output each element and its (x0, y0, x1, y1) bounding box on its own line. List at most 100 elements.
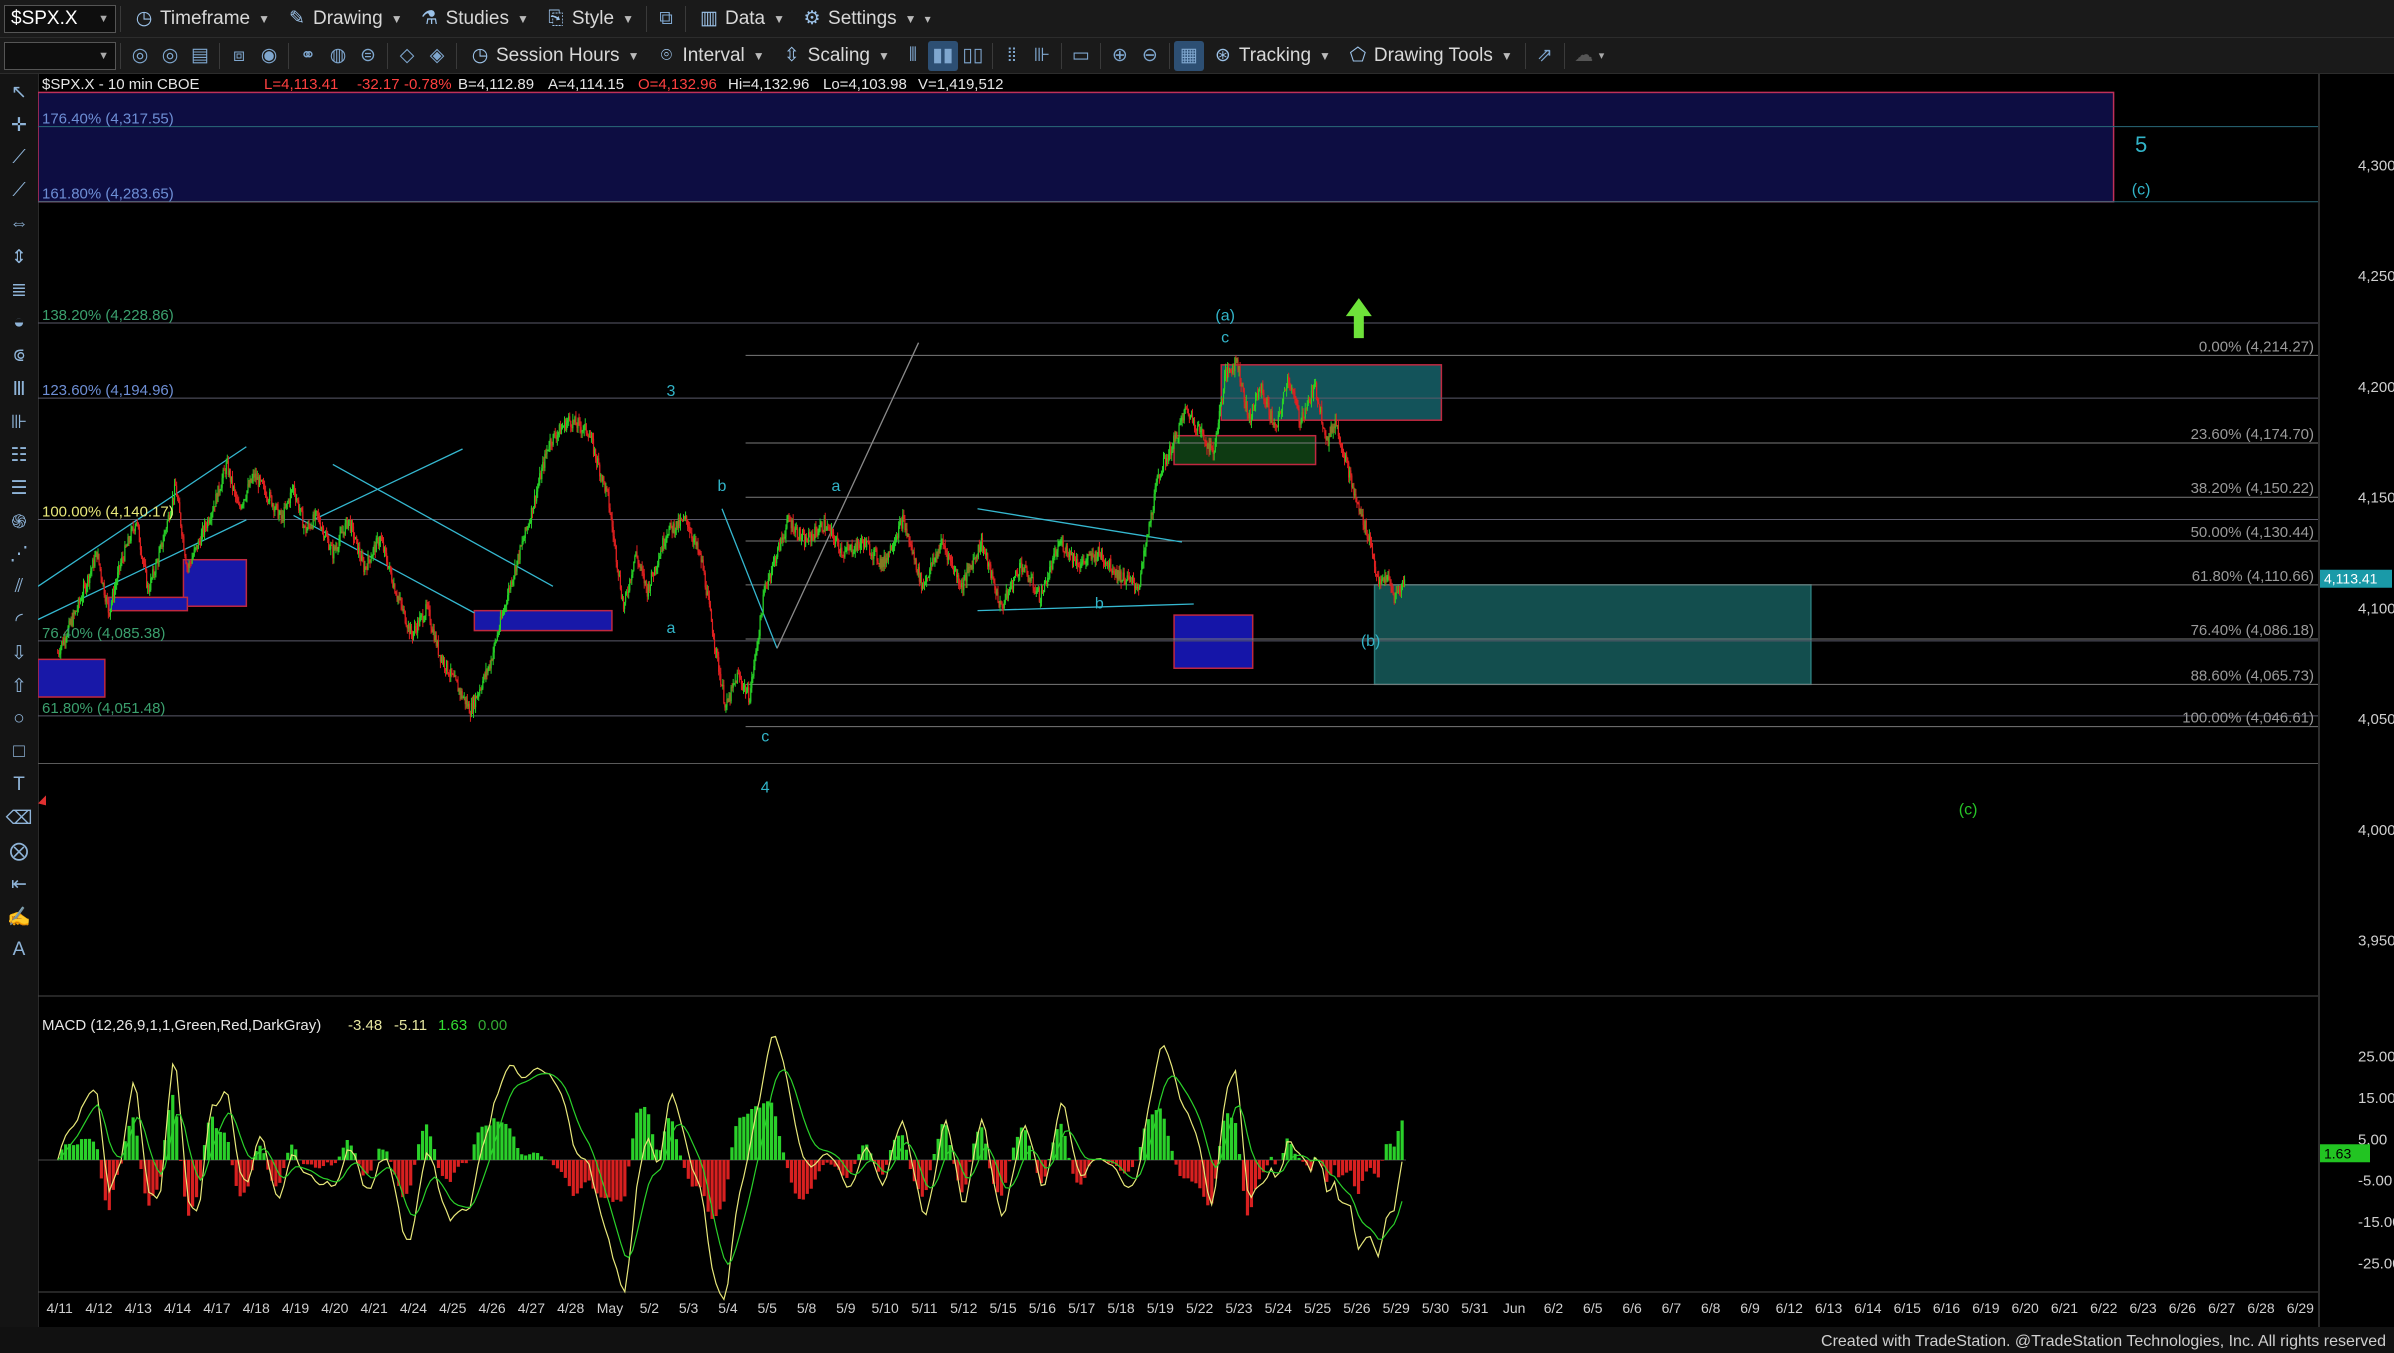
candle (93, 559, 95, 567)
candle (1372, 554, 1375, 559)
candle (359, 547, 361, 557)
fib-extension-icon[interactable]: ⊪ (4, 407, 34, 437)
label-icon[interactable]: A (4, 935, 34, 965)
table-icon[interactable]: ▤ (185, 41, 215, 71)
bars-icon[interactable]: Ⅲ (4, 374, 34, 404)
timeframe-menu[interactable]: ◷ Timeframe ▼ (125, 4, 278, 34)
rotate-icon[interactable]: ◎ (155, 41, 185, 71)
edit-icon[interactable]: ✍ (4, 902, 34, 932)
vertical-line-icon[interactable]: ⇕ (4, 242, 34, 272)
refresh-icon[interactable]: ◉ (254, 41, 284, 71)
channel-icon[interactable]: ≣ (4, 275, 34, 305)
candle (399, 598, 401, 600)
arrow-up-icon[interactable]: ⇧ (4, 671, 34, 701)
scan-icon[interactable]: ◇ (392, 41, 422, 71)
symbol-selector[interactable]: $SPX.X ▼ (4, 4, 116, 33)
candle (627, 591, 629, 593)
settings-menu[interactable]: ⚙ Settings ▼ ▾ (793, 4, 939, 34)
hollow-candle-icon[interactable]: ▯▯ (958, 41, 988, 71)
crosshair-icon[interactable]: ✛ (4, 110, 34, 140)
drawing-menu[interactable]: ✎ Drawing ▼ (278, 4, 411, 34)
candle (121, 557, 123, 563)
data-menu[interactable]: ▥ Data ▼ (690, 4, 793, 34)
candle (92, 559, 94, 569)
scaling-button[interactable]: ⇳ Scaling ▼ (773, 41, 898, 71)
candle (303, 525, 305, 529)
link-window-icon[interactable]: ⧉ (651, 4, 681, 34)
speed-line-icon[interactable]: ⫽ (4, 572, 34, 602)
expand-icon[interactable]: ⊪ (1027, 41, 1057, 71)
macd-histogram-bar (742, 1116, 746, 1160)
spiral-icon[interactable]: ֍ (4, 506, 34, 536)
alert-icon[interactable]: ◍ (323, 41, 353, 71)
candle (312, 514, 314, 529)
gann-icon[interactable]: ⟃ (4, 341, 34, 371)
drawing-tools-button[interactable]: ⬠ Drawing Tools ▼ (1339, 41, 1521, 71)
candle (335, 547, 337, 550)
open-icon[interactable]: ⧈ (224, 41, 254, 71)
remove-drawing-icon[interactable]: ⨂ (4, 836, 34, 866)
candle (605, 486, 607, 492)
text-icon[interactable]: T (4, 770, 34, 800)
candle (506, 603, 508, 606)
grid-icon[interactable]: ▦ (1173, 40, 1204, 71)
candle (724, 702, 726, 708)
layout-icon[interactable]: ▭ (1066, 41, 1096, 71)
separator (120, 42, 121, 69)
candle (1009, 587, 1012, 590)
macd-histogram-bar (500, 1122, 504, 1160)
trendline-icon[interactable]: ⟋ (4, 143, 34, 173)
macd-histogram-bar (448, 1160, 452, 1182)
export-icon[interactable]: ⇗ (1530, 41, 1560, 71)
macd-histogram-bar (417, 1144, 421, 1160)
candle (151, 577, 153, 579)
candle (741, 684, 744, 689)
zoom-in-icon[interactable]: ⊕ (1105, 41, 1135, 71)
style-menu[interactable]: ⎘ Style ▼ (537, 4, 642, 34)
snap-icon[interactable]: ⇤ (4, 869, 34, 899)
candle (1136, 586, 1138, 589)
levels-icon[interactable]: ☰ (4, 473, 34, 503)
ray-icon[interactable]: ⟋ (4, 176, 34, 206)
candle (877, 560, 879, 563)
macd-histogram-bar (504, 1123, 508, 1160)
bar-chart-icon[interactable]: ⦀ (898, 41, 928, 71)
candle (204, 522, 207, 527)
candle (1078, 566, 1080, 568)
target-icon[interactable]: ◈ (422, 41, 452, 71)
separator (1060, 42, 1062, 69)
tracking-button[interactable]: ⊛ Tracking ▼ (1204, 41, 1339, 71)
time-tick-label: 6/12 (1776, 1300, 1803, 1316)
studies-menu[interactable]: ⚗ Studies ▼ (411, 4, 537, 34)
candle (694, 538, 696, 540)
compress-icon[interactable]: ⦙⦙ (997, 41, 1027, 71)
candle (984, 552, 987, 556)
candle (510, 581, 512, 590)
pointer-icon[interactable]: ↖ (4, 77, 34, 107)
rotate-icon[interactable]: ◎ (125, 41, 155, 71)
fib-icon[interactable]: ◒ (4, 308, 34, 338)
chart-canvas[interactable]: 176.40% (4,317.55)161.80% (4,283.65)138.… (38, 74, 2394, 1327)
candle (656, 567, 658, 571)
workspace-selector[interactable]: ▼ (4, 41, 116, 70)
cloud-icon[interactable]: ☁ (1569, 41, 1599, 71)
candle (573, 419, 575, 423)
horizontal-line-icon[interactable]: ⇔ (4, 209, 34, 239)
candle (1306, 403, 1308, 410)
macd-histogram-bar (230, 1160, 234, 1166)
link-icon[interactable]: ⚭ (293, 41, 323, 71)
interval-button[interactable]: ⌾ Interval ▼ (647, 41, 772, 71)
fib-time-icon[interactable]: ☷ (4, 440, 34, 470)
session-hours-button[interactable]: ◷ Session Hours ▼ (461, 41, 647, 71)
rectangle-icon[interactable]: □ (4, 737, 34, 767)
candlestick-icon[interactable]: ▮▮ (927, 40, 958, 71)
candle (632, 570, 634, 575)
pitchfork-icon[interactable]: ⋰ (4, 539, 34, 569)
ellipse-icon[interactable]: ○ (4, 704, 34, 734)
arc-icon[interactable]: ◜ (4, 605, 34, 635)
candle (297, 499, 299, 501)
eraser-icon[interactable]: ⌫ (4, 803, 34, 833)
zoom-icon[interactable]: ⊜ (353, 41, 383, 71)
zoom-out-icon[interactable]: ⊖ (1135, 41, 1165, 71)
arrow-down-icon[interactable]: ⇩ (4, 638, 34, 668)
